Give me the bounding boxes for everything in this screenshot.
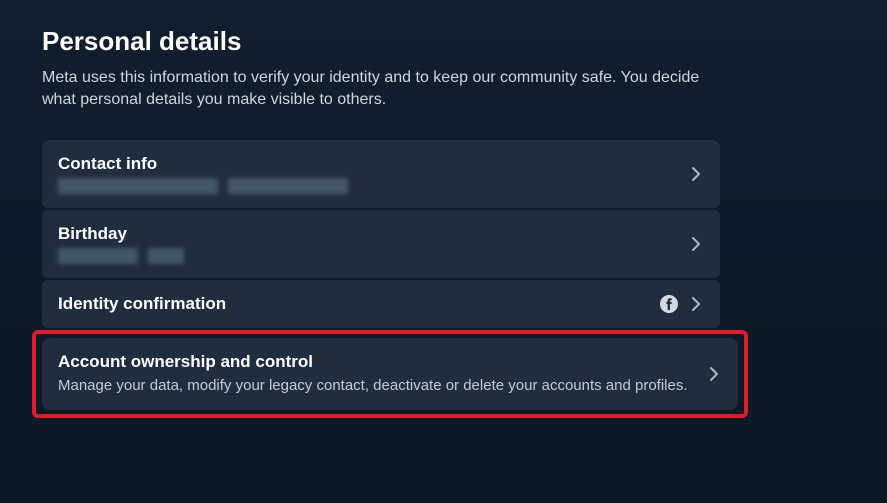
redacted-contact-value	[58, 178, 676, 194]
highlight-annotation: Account ownership and control Manage you…	[32, 330, 748, 418]
item-content: Birthday	[58, 224, 676, 264]
chevron-right-icon	[706, 366, 722, 382]
item-description: Manage your data, modify your legacy con…	[58, 376, 694, 396]
item-title: Birthday	[58, 224, 676, 244]
item-content: Identity confirmation	[58, 294, 648, 314]
account-ownership-item[interactable]: Account ownership and control Manage you…	[42, 338, 738, 410]
item-title: Identity confirmation	[58, 294, 648, 314]
page-subtitle: Meta uses this information to verify you…	[42, 67, 722, 112]
chevron-right-icon	[688, 236, 704, 252]
item-title: Account ownership and control	[58, 352, 694, 372]
item-content: Account ownership and control Manage you…	[58, 352, 694, 396]
item-title: Contact info	[58, 154, 676, 174]
birthday-item[interactable]: Birthday	[42, 210, 720, 278]
settings-list: Contact info Birthday	[42, 140, 720, 418]
chevron-right-icon	[688, 296, 704, 312]
identity-confirmation-item[interactable]: Identity confirmation	[42, 280, 720, 328]
item-content: Contact info	[58, 154, 676, 194]
redacted-birthday-value	[58, 248, 676, 264]
contact-info-item[interactable]: Contact info	[42, 140, 720, 208]
chevron-right-icon	[688, 166, 704, 182]
facebook-icon	[660, 295, 678, 313]
page-title: Personal details	[42, 26, 845, 57]
personal-details-page: Personal details Meta uses this informat…	[0, 0, 887, 444]
